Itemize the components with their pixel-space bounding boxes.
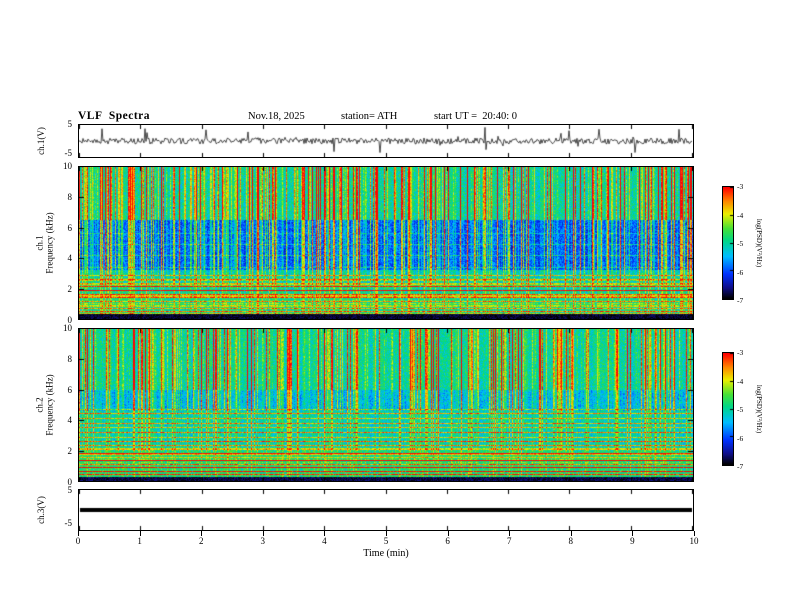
x-tick-label: 2 <box>198 536 204 546</box>
colorbar2-tick-label: -7 <box>737 462 744 471</box>
ch2-spectrogram-panel <box>78 328 694 482</box>
colorbar1-tick-label: -5 <box>737 239 744 248</box>
colorbar2-tick-label: -4 <box>737 376 744 386</box>
colorbar2-tick-label: -6 <box>737 433 744 443</box>
ch1-spectrogram-canvas <box>79 167 693 319</box>
plot-start-ut: start UT = 20:40: 0 <box>434 111 518 122</box>
x-tick-label: 5 <box>383 536 389 546</box>
x-axis-title: Time (min) <box>363 548 409 559</box>
x-tick-label: 4 <box>322 536 327 546</box>
ch1-spectrogram-y-tick-label: 8 <box>67 191 73 202</box>
colorbar1-tick-label: -6 <box>737 267 744 277</box>
colorbar2-label: log(PSD)(V²/Hz) <box>755 384 763 434</box>
plot-station: station= ATH <box>341 111 398 122</box>
x-tick-label: 9 <box>630 536 635 546</box>
x-tick-label: 1 <box>137 536 142 546</box>
ch2-spectrogram-y-tick-label: 8 <box>67 353 73 364</box>
plot-title: VLF Spectra <box>78 110 151 122</box>
ch3-waveform-axis-label: ch.3(V) <box>36 496 46 524</box>
ch1-spectrogram-channel-label: ch.1 <box>35 235 46 251</box>
colorbar2-tick-label: -5 <box>737 405 744 414</box>
ch1-waveform-ymax-label: 5 <box>67 119 73 129</box>
colorbar1-canvas <box>723 187 733 299</box>
ch2-spectrogram-y-tick-label: 10 <box>63 323 72 333</box>
colorbar1-tick-label: -3 <box>737 182 744 191</box>
ch1-spectrogram-y-tick-label: 10 <box>63 161 72 171</box>
ch2-spectrogram-y-tick-label: 0 <box>67 477 73 487</box>
x-tick-label: 0 <box>75 536 81 546</box>
colorbar2-canvas <box>723 353 733 465</box>
ch1-spectrogram-axis-label: ch.1 Frequency (kHz) <box>30 166 60 320</box>
ch1-spectrogram-freq-label: Frequency (kHz) <box>45 212 56 274</box>
ch2-spectrogram-canvas <box>79 329 693 481</box>
ch1-spectrogram-panel <box>78 166 694 320</box>
ch3-waveform-panel <box>78 489 694 531</box>
ch1-spectrogram-y-tick-label: 4 <box>67 253 73 264</box>
ch1-waveform-axis-label: ch.1(V) <box>36 127 46 155</box>
colorbar1-tick-label: -4 <box>737 210 744 220</box>
ch1-spectrogram-y-tick-label: 6 <box>67 222 73 233</box>
ch3-waveform-ymin-label: -5 <box>64 518 73 528</box>
x-tick-label: 6 <box>445 536 450 546</box>
ch1-waveform-panel <box>78 124 694 158</box>
x-tick-label: 3 <box>260 536 266 546</box>
ch1-waveform-canvas <box>79 125 693 157</box>
colorbar1-label: log(PSD)(V²/Hz) <box>755 218 763 268</box>
x-tick-label: 8 <box>568 536 574 546</box>
ch2-spectrogram-channel-label: ch.2 <box>35 397 46 413</box>
x-tick-label: 10 <box>689 536 699 546</box>
colorbar2 <box>722 352 734 466</box>
ch1-waveform-ymin-label: -5 <box>64 148 73 158</box>
plot-date: Nov.18, 2025 <box>248 111 305 122</box>
ch3-waveform-canvas <box>79 490 693 530</box>
ch1-spectrogram-y-tick-label: 2 <box>67 284 73 295</box>
ch2-spectrogram-freq-label: Frequency (kHz) <box>45 374 56 436</box>
ch2-spectrogram-axis-label: ch.2 Frequency (kHz) <box>30 328 60 482</box>
vlf-spectra-figure: VLF Spectra Nov.18, 2025 station= ATH st… <box>0 0 792 612</box>
colorbar1 <box>722 186 734 300</box>
x-tick-label: 7 <box>506 536 512 546</box>
colorbar2-tick-label: -3 <box>737 348 744 357</box>
ch2-spectrogram-y-tick-label: 6 <box>67 384 73 395</box>
ch2-spectrogram-y-tick-label: 2 <box>67 446 73 457</box>
colorbar1-tick-label: -7 <box>737 296 744 305</box>
ch2-spectrogram-y-tick-label: 4 <box>67 415 73 426</box>
